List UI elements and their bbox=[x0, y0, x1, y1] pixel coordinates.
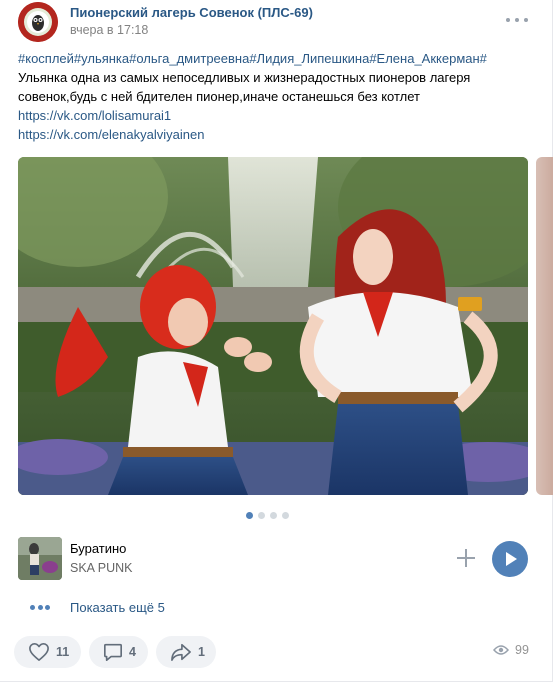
album-art-image bbox=[18, 537, 62, 580]
cosplay-photo-image bbox=[18, 157, 528, 495]
share-icon bbox=[171, 643, 191, 661]
group-avatar[interactable] bbox=[18, 2, 58, 42]
gallery-dot-active[interactable] bbox=[246, 512, 253, 519]
comment-count: 4 bbox=[129, 645, 136, 659]
owl-logo-icon bbox=[18, 2, 58, 42]
profile-link-1[interactable]: https://vk.com/lolisamurai1 bbox=[18, 106, 518, 125]
audio-title[interactable]: Буратино bbox=[70, 541, 126, 556]
profile-link-2[interactable]: https://vk.com/elenakyalviyainen bbox=[18, 125, 518, 144]
comment-button[interactable]: 4 bbox=[89, 636, 148, 668]
views-counter: 99 bbox=[493, 643, 529, 657]
like-button[interactable]: 11 bbox=[14, 636, 81, 668]
hashtags[interactable]: #косплей#ульянка#ольга_дмитреевна#Лидия_… bbox=[18, 49, 518, 68]
post-card: Пионерский лагерь Совенок (ПЛС-69) вчера… bbox=[0, 0, 553, 682]
post-text: #косплей#ульянка#ольга_дмитреевна#Лидия_… bbox=[18, 49, 518, 144]
gallery-pagination bbox=[246, 512, 289, 519]
play-icon[interactable] bbox=[492, 541, 528, 577]
post-text-line: Ульянка одна из самых непоседливых и жиз… bbox=[18, 70, 471, 85]
heart-icon bbox=[29, 643, 49, 661]
post-text-line: совенок,будь с ней бдителен пионер,иначе… bbox=[18, 89, 421, 104]
view-count: 99 bbox=[515, 643, 529, 657]
share-count: 1 bbox=[198, 645, 205, 659]
gallery-dot[interactable] bbox=[282, 512, 289, 519]
post-photo[interactable] bbox=[18, 157, 528, 495]
eye-icon bbox=[493, 645, 509, 655]
audio-artist[interactable]: SKA PUNK bbox=[70, 561, 133, 575]
more-horizontal-icon[interactable] bbox=[30, 603, 50, 611]
gallery-dot[interactable] bbox=[270, 512, 277, 519]
share-button[interactable]: 1 bbox=[156, 636, 216, 668]
more-dots-icon[interactable] bbox=[506, 12, 528, 28]
add-audio-plus-icon[interactable] bbox=[454, 546, 478, 570]
comment-icon bbox=[104, 643, 122, 661]
audio-cover[interactable] bbox=[18, 537, 62, 580]
like-count: 11 bbox=[56, 645, 70, 659]
show-more-link[interactable]: Показать ещё 5 bbox=[70, 600, 165, 615]
group-name-link[interactable]: Пионерский лагерь Совенок (ПЛС-69) bbox=[70, 5, 313, 20]
next-photo-preview[interactable] bbox=[536, 157, 553, 495]
post-time[interactable]: вчера в 17:18 bbox=[70, 23, 148, 37]
gallery-dot[interactable] bbox=[258, 512, 265, 519]
